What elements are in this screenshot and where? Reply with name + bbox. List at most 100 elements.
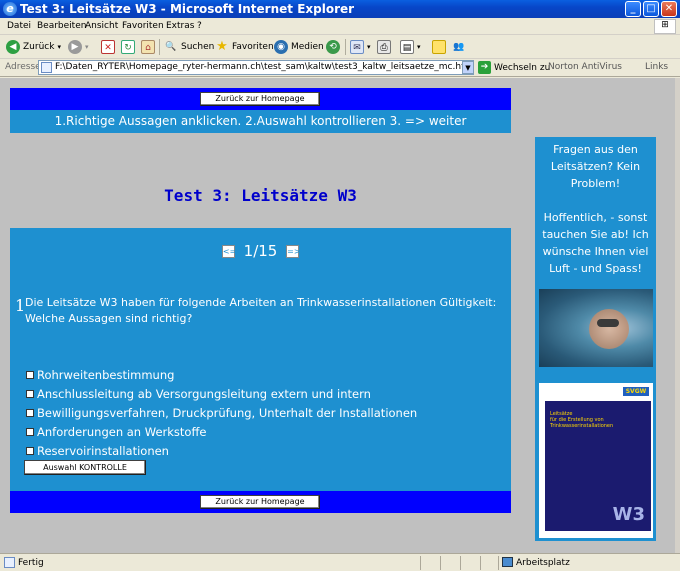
forward-button[interactable]: ▶ ▾: [68, 39, 89, 55]
back-button[interactable]: ◀ Zurück ▾: [6, 39, 61, 55]
next-question-button[interactable]: =>: [286, 245, 301, 258]
search-label: Suchen: [181, 42, 215, 52]
option-label: Bewilligungsverfahren, Druckprüfung, Unt…: [37, 405, 418, 420]
w3-document-cover: SVGW Leitsätze für die Erstellung von Trin…: [539, 383, 653, 538]
home-button[interactable]: ⌂: [141, 39, 155, 55]
answer-option[interactable]: Rohrweitenbestimmung: [26, 365, 417, 384]
menu-item-datei[interactable]: Datei: [7, 21, 31, 31]
option-label: Anforderungen an Werkstoffe: [37, 424, 207, 439]
page-counter: 1/15: [243, 242, 278, 260]
media-globe-icon: ◉: [274, 40, 288, 54]
print-button[interactable]: ⎙: [377, 39, 391, 55]
option-label: Anschlussleitung ab Versorgungsleitung e…: [37, 386, 371, 401]
page-content: Zurück zur Homepage 1.Richtige Aussagen …: [0, 78, 680, 553]
option-label: Reservoirinstallationen: [37, 443, 169, 458]
menu-item-extras[interactable]: Extras: [166, 21, 194, 31]
history-button[interactable]: ⟲: [326, 39, 340, 55]
go-button[interactable]: ➔ Wechseln zu: [478, 61, 550, 74]
stop-button[interactable]: ✕: [101, 39, 115, 55]
close-button[interactable]: ✕: [661, 1, 677, 17]
refresh-button[interactable]: ↻: [121, 39, 135, 55]
pager: <= 1/15 =>: [10, 242, 511, 260]
norton-antivirus-button[interactable]: Norton AntiVirus: [548, 62, 622, 72]
window-title-bar[interactable]: e Test 3: Leitsätze W3 - Microsoft Inter…: [0, 0, 680, 18]
check-selection-button[interactable]: Auswahl KONTROLLE: [24, 460, 146, 475]
page-title: Test 3: Leitsätze W3: [164, 186, 357, 205]
printer-icon: ⎙: [377, 40, 391, 54]
option-checkbox[interactable]: [26, 408, 34, 417]
address-input[interactable]: F:\Daten_RYTER\Homepage_ryter-hermann.ch…: [38, 60, 474, 75]
edit-page-icon: ▤: [400, 40, 414, 54]
option-checkbox[interactable]: [26, 446, 34, 455]
home-icon: ⌂: [141, 40, 155, 54]
media-button[interactable]: ◉ Medien: [274, 39, 324, 55]
messenger-button[interactable]: 👥: [452, 39, 466, 55]
option-checkbox[interactable]: [26, 370, 34, 379]
option-label: Rohrweitenbestimmung: [37, 367, 175, 382]
refresh-icon: ↻: [121, 40, 135, 54]
search-icon: 🔍: [165, 42, 177, 52]
page-status-icon: [4, 557, 15, 568]
instructions: 1.Richtige Aussagen anklicken. 2.Auswahl…: [10, 110, 511, 133]
sidebar-text: Fragen aus den Leitsätzen? Kein Problem!…: [542, 143, 649, 275]
star-icon: ★: [216, 39, 228, 54]
mail-button[interactable]: ✉ ▾: [350, 39, 371, 55]
security-zone-text: Arbeitsplatz: [516, 558, 570, 568]
history-icon: ⟲: [326, 40, 340, 54]
prev-question-button[interactable]: <=: [221, 245, 236, 258]
favorites-button[interactable]: ★ Favoriten: [215, 39, 274, 55]
links-button[interactable]: Links: [645, 62, 668, 72]
chevron-down-icon: ▾: [417, 43, 421, 51]
favorites-label: Favoriten: [232, 42, 274, 52]
answer-options: Rohrweitenbestimmung Anschlussleitung ab…: [24, 365, 417, 475]
option-checkbox[interactable]: [26, 427, 34, 436]
address-bar: Adresse F:\Daten_RYTER\Homepage_ryter-he…: [0, 59, 680, 77]
option-checkbox[interactable]: [26, 389, 34, 398]
top-nav-bar: Zurück zur Homepage: [10, 88, 511, 110]
sidebar-panel: Fragen aus den Leitsätzen? Kein Problem!…: [535, 137, 656, 541]
answer-option[interactable]: Anforderungen an Werkstoffe: [26, 422, 417, 441]
note-icon: [432, 40, 446, 54]
windows-logo-icon: ⊞: [654, 19, 676, 34]
answer-option[interactable]: Bewilligungsverfahren, Druckprüfung, Unt…: [26, 403, 417, 422]
status-bar: Fertig Arbeitsplatz: [0, 553, 680, 571]
forward-arrow-icon: ▶: [68, 40, 82, 54]
chevron-down-icon: ▾: [57, 43, 61, 51]
mail-icon: ✉: [350, 40, 364, 54]
back-label: Zurück: [23, 42, 55, 52]
media-label: Medien: [291, 42, 324, 52]
menu-item-bearbeiten[interactable]: Bearbeiten: [37, 21, 86, 31]
edit-button[interactable]: ▤ ▾: [400, 39, 421, 55]
page-icon: [41, 62, 52, 73]
answer-option[interactable]: Anschlussleitung ab Versorgungsleitung e…: [26, 384, 417, 403]
address-url: F:\Daten_RYTER\Homepage_ryter-hermann.ch…: [55, 62, 474, 72]
back-to-homepage-button-bottom[interactable]: Zurück zur Homepage: [200, 495, 320, 509]
search-button[interactable]: 🔍 Suchen: [164, 39, 214, 55]
go-label: Wechseln zu: [494, 62, 551, 73]
discuss-button[interactable]: [432, 39, 446, 55]
question-panel: <= 1/15 => 1 Die Leitsätze W3 haben für …: [10, 228, 511, 491]
toolbar: ◀ Zurück ▾ ▶ ▾ ✕ ↻ ⌂ 🔍 Suchen ★ Favorite…: [0, 35, 680, 59]
question-number: 1: [15, 296, 26, 315]
svgw-logo: SVGW: [623, 387, 649, 396]
question-text: Die Leitsätze W3 haben für folgende Arbe…: [25, 296, 497, 325]
address-dropdown-button[interactable]: ▼: [462, 61, 474, 74]
bottom-nav-bar: Zurück zur Homepage: [10, 491, 511, 513]
messenger-icon: 👥: [453, 42, 465, 52]
address-label: Adresse: [5, 62, 41, 72]
go-arrow-icon: ➔: [478, 61, 491, 74]
status-text: Fertig: [18, 558, 44, 568]
menu-item-help[interactable]: ?: [197, 21, 202, 31]
answer-option[interactable]: Reservoirinstallationen: [26, 441, 417, 460]
maximize-button[interactable]: □: [643, 1, 659, 17]
w3-label: W3: [612, 504, 645, 525]
back-to-homepage-button[interactable]: Zurück zur Homepage: [200, 92, 320, 106]
menu-item-ansicht[interactable]: Ansicht: [85, 21, 118, 31]
ie-logo-icon: e: [3, 2, 17, 16]
diver-photo: [539, 289, 653, 367]
minimize-button[interactable]: _: [625, 1, 641, 17]
back-arrow-icon: ◀: [6, 40, 20, 54]
menu-item-favoriten[interactable]: Favoriten: [122, 21, 164, 31]
menu-bar: Datei Bearbeiten Ansicht Favoriten Extra…: [0, 18, 680, 35]
scrollbar-edge[interactable]: [675, 78, 680, 553]
